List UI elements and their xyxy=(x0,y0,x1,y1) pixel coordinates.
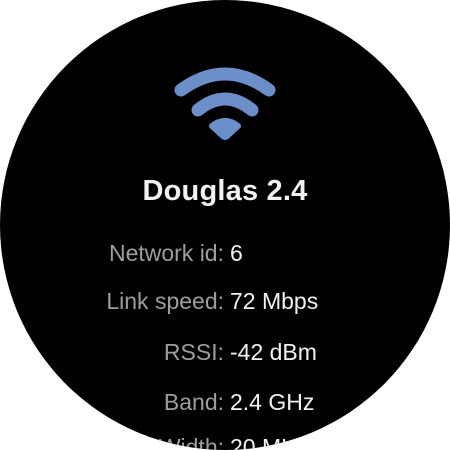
detail-label: Band: xyxy=(163,389,224,415)
detail-label: RSSI: xyxy=(163,339,224,365)
detail-value: -42 dBm xyxy=(230,339,317,365)
detail-value: 6 xyxy=(230,240,243,266)
detail-row-link-speed: Link speed: 72 Mbps xyxy=(0,288,450,322)
detail-row-band: Band: 2.4 GHz xyxy=(0,389,450,423)
watch-screen: Douglas 2.4 Network id: 6 Link speed: 72… xyxy=(0,0,450,450)
detail-value: 20 MHz xyxy=(230,434,310,450)
detail-label: Width: xyxy=(158,434,224,450)
detail-value: 2.4 GHz xyxy=(230,389,315,415)
detail-label: Link speed: xyxy=(106,288,224,314)
detail-row-network-id: Network id: 6 xyxy=(0,240,450,274)
wifi-icon xyxy=(174,67,276,140)
detail-row-width: Width: 20 MHz xyxy=(0,434,450,450)
detail-row-rssi: RSSI: -42 dBm xyxy=(0,339,450,373)
detail-label: Network id: xyxy=(108,240,224,266)
detail-value: 72 Mbps xyxy=(230,288,319,314)
network-name: Douglas 2.4 xyxy=(142,175,308,207)
